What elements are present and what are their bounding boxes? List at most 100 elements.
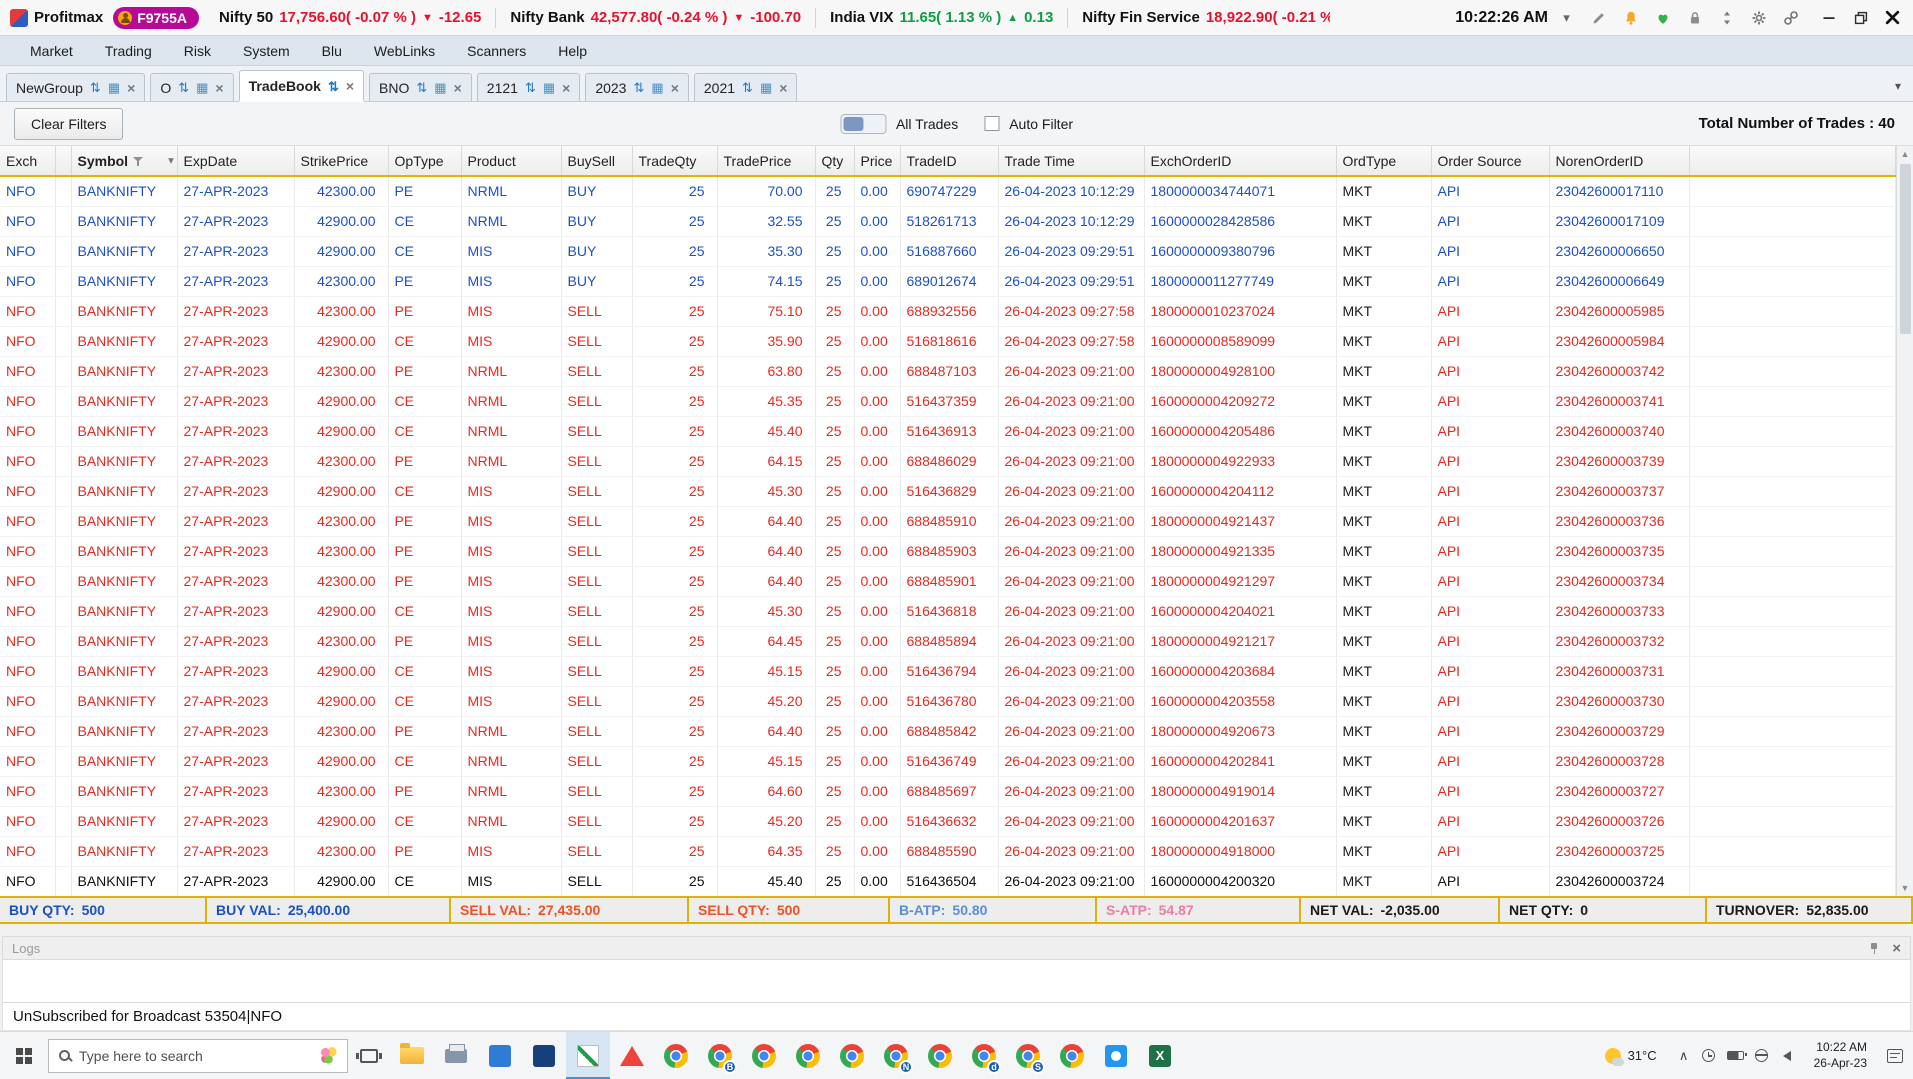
anydesk-icon[interactable] (610, 1032, 654, 1079)
all-trades-toggle[interactable] (839, 113, 886, 134)
col-header-price[interactable]: Price (854, 146, 901, 177)
auto-filter-checkbox[interactable] (984, 116, 1000, 131)
logs-panel-header[interactable]: Logs × (2, 936, 1911, 960)
lock-icon[interactable] (1686, 9, 1703, 26)
tab-2023[interactable]: 2023 ⇅ ▦ × (585, 73, 689, 101)
close-tab-icon[interactable]: × (562, 81, 570, 95)
table-row[interactable]: NFO BANKNIFTY 27-APR-2023 42900.00 CE MIS SELL… (0, 596, 1896, 627)
table-row[interactable]: NFO BANKNIFTY 27-APR-2023 42300.00 PE MIS SELL… (0, 626, 1896, 657)
table-row[interactable]: NFO BANKNIFTY 27-APR-2023 42900.00 CE MIS BUY 2… (0, 236, 1896, 267)
battery-icon[interactable] (1726, 1051, 1747, 1060)
table-row[interactable]: NFO BANKNIFTY 27-APR-2023 42900.00 CE MIS SELL… (0, 326, 1896, 357)
chrome-profile-n-icon[interactable]: N (874, 1032, 918, 1079)
logs-close-icon[interactable]: × (1892, 941, 1901, 956)
close-tab-icon[interactable]: × (127, 81, 135, 95)
sort-icon[interactable]: ⇅ (328, 80, 339, 93)
table-row[interactable]: NFO BANKNIFTY 27-APR-2023 42300.00 PE NRML SEL… (0, 716, 1896, 747)
tab-2021[interactable]: 2021 ⇅ ▦ × (693, 73, 798, 101)
sort-icon[interactable]: ⇅ (525, 81, 536, 94)
scroll-down-icon[interactable]: ▼ (1897, 880, 1913, 896)
table-row[interactable]: NFO BANKNIFTY 27-APR-2023 42900.00 CE MIS SELL… (0, 865, 1896, 896)
photos-app-icon[interactable] (1094, 1032, 1138, 1079)
hidden-icons-chevron[interactable]: ∧ (1677, 1048, 1691, 1064)
grid-icon[interactable]: ▦ (434, 81, 446, 94)
table-row[interactable]: NFO BANKNIFTY 27-APR-2023 42900.00 CE NRML SEL… (0, 416, 1896, 447)
chrome-profile-d-icon[interactable]: d (962, 1032, 1006, 1079)
grid-icon[interactable]: ▦ (651, 81, 663, 94)
menu-system[interactable]: System (227, 43, 306, 59)
table-row[interactable]: NFO BANKNIFTY 27-APR-2023 42900.00 CE MIS SELL… (0, 476, 1896, 507)
grid-icon[interactable]: ▦ (108, 81, 120, 94)
col-header-blank[interactable] (55, 146, 72, 177)
col-header-ordersource[interactable]: Order Source (1431, 146, 1550, 177)
chrome-2-icon[interactable] (742, 1032, 786, 1079)
vertical-scrollbar[interactable]: ▲ ▼ (1896, 146, 1913, 896)
taskbar-clock[interactable]: 10:22 AM 26-Apr-23 (1804, 1040, 1877, 1071)
table-row[interactable]: NFO BANKNIFTY 27-APR-2023 42900.00 CE NRML BUY… (0, 206, 1896, 237)
menu-trading[interactable]: Trading (89, 43, 168, 59)
minimize-button[interactable] (1820, 9, 1837, 26)
col-header-norenorderid[interactable]: NorenOrderID (1549, 146, 1690, 177)
excel-icon[interactable] (1138, 1032, 1182, 1079)
col-header-exch[interactable]: Exch (0, 146, 56, 177)
close-tab-icon[interactable]: × (671, 81, 679, 95)
grid-icon[interactable]: ▦ (760, 81, 772, 94)
col-header-expdate[interactable]: ExpDate (177, 146, 295, 177)
menu-help[interactable]: Help (542, 43, 603, 59)
col-header-tradetime[interactable]: Trade Time (998, 146, 1145, 177)
col-header-ordtype[interactable]: OrdType (1336, 146, 1432, 177)
weather-widget[interactable]: 31°C (1595, 1032, 1667, 1079)
chevron-down-icon[interactable]: ▾ (1558, 9, 1575, 26)
pin-icon[interactable] (1868, 942, 1880, 955)
sort-icon[interactable]: ⇅ (742, 81, 753, 94)
chrome-1-icon[interactable] (654, 1032, 698, 1079)
table-row[interactable]: NFO BANKNIFTY 27-APR-2023 42300.00 PE NRML BUY… (0, 176, 1896, 207)
tab-overflow-caret-icon[interactable]: ▾ (1889, 79, 1907, 93)
sort-icon[interactable]: ⇅ (633, 81, 644, 94)
table-row[interactable]: NFO BANKNIFTY 27-APR-2023 42300.00 PE MIS SELL… (0, 506, 1896, 537)
chrome-profile-b-icon[interactable]: B (698, 1032, 742, 1079)
file-explorer-icon[interactable] (390, 1032, 434, 1079)
col-header-exchorderid[interactable]: ExchOrderID (1144, 146, 1337, 177)
tab-bno[interactable]: BNO ⇅ ▦ × (369, 73, 472, 101)
task-view-button[interactable] (348, 1032, 390, 1079)
trading-app-icon[interactable] (566, 1031, 610, 1079)
table-row[interactable]: NFO BANKNIFTY 27-APR-2023 42300.00 PE MIS BUY 2… (0, 266, 1896, 297)
table-row[interactable]: NFO BANKNIFTY 27-APR-2023 42900.00 CE MIS SELL… (0, 656, 1896, 687)
link-icon[interactable] (1782, 9, 1799, 26)
restore-button[interactable] (1852, 9, 1869, 26)
menu-weblinks[interactable]: WebLinks (358, 43, 451, 59)
printer-app-icon[interactable] (434, 1032, 478, 1079)
col-header-qty[interactable]: Qty (815, 146, 855, 177)
table-row[interactable]: NFO BANKNIFTY 27-APR-2023 42900.00 CE NRML SEL… (0, 746, 1896, 777)
close-tab-icon[interactable]: × (346, 79, 354, 93)
sort-icon[interactable]: ⇅ (90, 81, 101, 94)
account-badge[interactable]: F9755A (113, 6, 199, 29)
health-heart-icon[interactable] (1654, 9, 1671, 26)
col-header-tradeprice[interactable]: TradePrice (717, 146, 816, 177)
table-row[interactable]: NFO BANKNIFTY 27-APR-2023 42300.00 PE MIS SELL… (0, 296, 1896, 327)
table-row[interactable]: NFO BANKNIFTY 27-APR-2023 42300.00 PE MIS SELL… (0, 836, 1896, 867)
scroll-thumb[interactable] (1899, 164, 1911, 334)
col-header-symbol[interactable]: Symbol ▾ (71, 146, 178, 177)
tab-tradebook[interactable]: TradeBook ⇅ × (238, 70, 365, 101)
table-row[interactable]: NFO BANKNIFTY 27-APR-2023 42900.00 CE NRML SEL… (0, 806, 1896, 837)
close-tab-icon[interactable]: × (215, 81, 223, 95)
menu-scanners[interactable]: Scanners (451, 43, 542, 59)
table-row[interactable]: NFO BANKNIFTY 27-APR-2023 42300.00 PE MIS SELL… (0, 566, 1896, 597)
col-header-tradeid[interactable]: TradeID (900, 146, 999, 177)
clock-tray-icon[interactable] (1702, 1049, 1716, 1062)
tab-2121[interactable]: 2121 ⇅ ▦ × (476, 73, 581, 101)
table-row[interactable]: NFO BANKNIFTY 27-APR-2023 42900.00 CE MIS SELL… (0, 686, 1896, 717)
chrome-5-icon[interactable] (918, 1032, 962, 1079)
taskbar-search[interactable] (48, 1038, 348, 1073)
col-header-buysell[interactable]: BuySell (561, 146, 633, 177)
table-row[interactable]: NFO BANKNIFTY 27-APR-2023 42300.00 PE NRML SEL… (0, 776, 1896, 807)
close-tab-icon[interactable]: × (454, 81, 462, 95)
sort-icon[interactable]: ⇅ (178, 81, 189, 94)
menu-risk[interactable]: Risk (168, 43, 227, 59)
search-input[interactable] (79, 1047, 311, 1064)
scroll-up-icon[interactable]: ▲ (1897, 146, 1913, 162)
clear-filters-button[interactable]: Clear Filters (14, 107, 124, 140)
menu-blu[interactable]: Blu (306, 43, 358, 59)
